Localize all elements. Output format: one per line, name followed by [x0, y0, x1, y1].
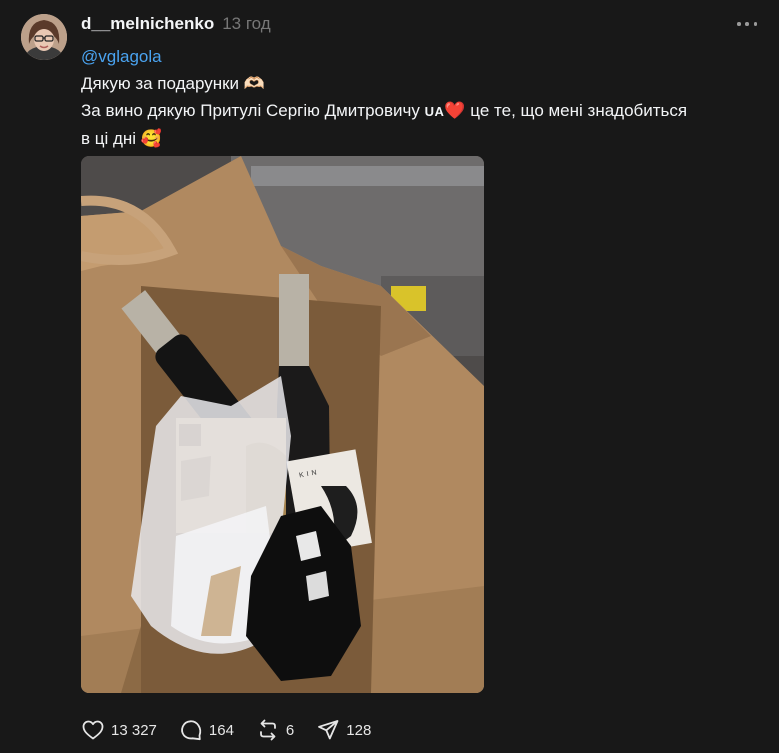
- post-header: d__melnichenko 13 год: [81, 14, 271, 36]
- comment-bubble-icon: [181, 720, 202, 741]
- post-time[interactable]: 13 год: [222, 14, 270, 34]
- repost-icon: [260, 719, 276, 741]
- mention-link[interactable]: @vglagola: [81, 43, 761, 70]
- text-line-3: в ці дні 🥰: [81, 125, 761, 152]
- repost-button[interactable]: 6: [256, 718, 294, 742]
- username[interactable]: d__melnichenko: [81, 14, 214, 34]
- send-icon: [318, 720, 339, 740]
- heart-hands-emoji: 🫶🏻: [243, 74, 265, 93]
- text-line-1-content: Дякую за подарунки: [81, 74, 240, 93]
- avatar[interactable]: [21, 14, 67, 60]
- heart-icon: [82, 720, 104, 740]
- comment-button[interactable]: 164: [179, 718, 234, 742]
- photo-image: KIN: [81, 156, 484, 693]
- share-count: 128: [346, 721, 372, 739]
- more-dots-icon[interactable]: [737, 16, 757, 32]
- text-line-2-start: За вино дякую Притулі Сергію Дмитровичу: [81, 101, 420, 120]
- post-photo[interactable]: KIN: [81, 156, 484, 693]
- thread-post: d__melnichenko 13 год @vglagola Дякую за…: [0, 0, 779, 753]
- heart-emoji: ❤️: [444, 101, 466, 120]
- text-line-1: Дякую за подарунки 🫶🏻: [81, 70, 761, 97]
- comment-count: 164: [208, 721, 234, 739]
- repost-count: 6: [285, 721, 295, 739]
- ua-flag-emoji: UA: [424, 104, 445, 119]
- share-button[interactable]: 128: [316, 718, 371, 742]
- text-line-2: За вино дякую Притулі Сергію Дмитровичу …: [81, 97, 761, 125]
- text-line-2-end: це те, що мені знадобиться: [470, 101, 688, 120]
- like-button[interactable]: 13 327: [81, 718, 157, 742]
- avatar-image: [21, 14, 67, 60]
- like-count: 13 327: [111, 721, 157, 739]
- smiling-hearts-emoji: 🥰: [140, 129, 162, 148]
- post-text: @vglagola Дякую за подарунки 🫶🏻 За вино …: [81, 43, 761, 152]
- text-line-3-content: в ці дні: [81, 129, 137, 148]
- post-actions: 13 327 164 6 128: [81, 716, 393, 744]
